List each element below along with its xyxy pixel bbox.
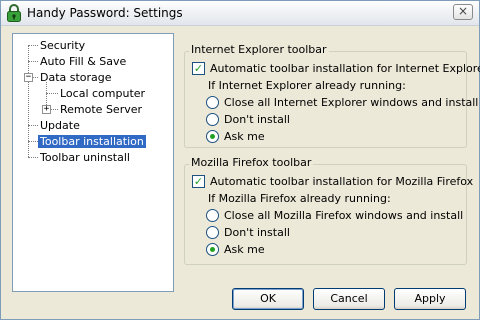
tree-item-update[interactable]: Update	[38, 118, 82, 133]
title-bar[interactable]: Handy Password: Settings ×	[1, 1, 479, 26]
tree-line	[51, 109, 58, 110]
checkmark-icon: ✓	[192, 62, 205, 75]
close-button[interactable]: ×	[453, 4, 473, 20]
radio-selected-icon	[206, 243, 219, 256]
ff-group-title: Mozilla Firefox toolbar	[189, 156, 314, 169]
checkmark-icon: ✓	[192, 175, 205, 188]
settings-window: Handy Password: Settings × − + Security …	[0, 0, 480, 320]
tree-item-label: Auto Fill & Save	[40, 55, 127, 68]
ie-option-label: Close all Internet Explorer windows and …	[224, 96, 479, 109]
settings-tree[interactable]: − + Security Auto Fill & Save Data stora…	[12, 33, 174, 292]
lock-icon	[7, 4, 21, 22]
tree-item-label: Security	[40, 39, 86, 52]
ok-button[interactable]: OK	[232, 288, 304, 310]
tree-line	[28, 125, 38, 126]
ff-auto-install-checkbox[interactable]: ✓ Automatic toolbar installation for Moz…	[192, 174, 473, 189]
tree-item-remote-server[interactable]: Remote Server	[58, 102, 144, 117]
tree-line	[28, 141, 38, 142]
ff-option-label: Close all Mozilla Firefox windows and in…	[224, 209, 464, 222]
tree-item-data-storage[interactable]: Data storage	[38, 70, 114, 85]
tree-item-local-computer[interactable]: Local computer	[58, 86, 147, 101]
ie-option-label: Don't install	[224, 113, 290, 126]
cancel-button[interactable]: Cancel	[313, 288, 385, 310]
tree-item-label: Local computer	[60, 87, 146, 100]
tree-item-auto-fill[interactable]: Auto Fill & Save	[38, 54, 128, 69]
expand-icon[interactable]: +	[42, 105, 51, 114]
tree-line	[28, 45, 38, 46]
ff-auto-install-label: Automatic toolbar installation for Mozil…	[210, 175, 474, 188]
ie-auto-install-checkbox[interactable]: ✓ Automatic toolbar installation for Int…	[192, 61, 480, 76]
window-title: Handy Password: Settings	[27, 6, 183, 20]
close-icon: ×	[457, 4, 469, 18]
tree-line	[28, 157, 38, 158]
ie-running-label: If Internet Explorer already running:	[208, 79, 406, 92]
tree-item-toolbar-installation[interactable]: Toolbar installation	[38, 134, 146, 149]
radio-icon	[206, 113, 219, 126]
ie-option-label: Ask me	[224, 130, 265, 143]
ff-running-label: If Mozilla Firefox already running:	[208, 192, 391, 205]
tree-item-label: Data storage	[40, 71, 112, 84]
radio-selected-icon	[206, 130, 219, 143]
radio-icon	[206, 226, 219, 239]
tree-item-security[interactable]: Security	[38, 38, 87, 53]
collapse-icon[interactable]: −	[24, 73, 33, 82]
ff-option-label: Ask me	[224, 243, 265, 256]
radio-icon	[206, 209, 219, 222]
tree-item-label: Toolbar uninstall	[40, 151, 130, 164]
ff-option-label: Don't install	[224, 226, 290, 239]
tree-item-label: Toolbar installation	[38, 135, 146, 148]
ie-option-dont-install[interactable]: Don't install	[206, 112, 326, 127]
ie-option-close-install[interactable]: Close all Internet Explorer windows and …	[206, 95, 478, 110]
ff-option-ask-me[interactable]: Ask me	[206, 242, 306, 257]
tree-line	[28, 61, 38, 62]
ie-option-ask-me[interactable]: Ask me	[206, 129, 306, 144]
ie-group-title: Internet Explorer toolbar	[189, 43, 329, 56]
ff-option-dont-install[interactable]: Don't install	[206, 225, 326, 240]
tree-item-label: Remote Server	[60, 103, 143, 116]
ff-option-close-install[interactable]: Close all Mozilla Firefox windows and in…	[206, 208, 464, 223]
ie-auto-install-label: Automatic toolbar installation for Inter…	[210, 62, 480, 75]
tree-line	[46, 93, 58, 94]
tree-item-label: Update	[40, 119, 80, 132]
apply-button[interactable]: Apply	[394, 288, 466, 310]
tree-item-toolbar-uninstall[interactable]: Toolbar uninstall	[38, 150, 132, 165]
radio-icon	[206, 96, 219, 109]
